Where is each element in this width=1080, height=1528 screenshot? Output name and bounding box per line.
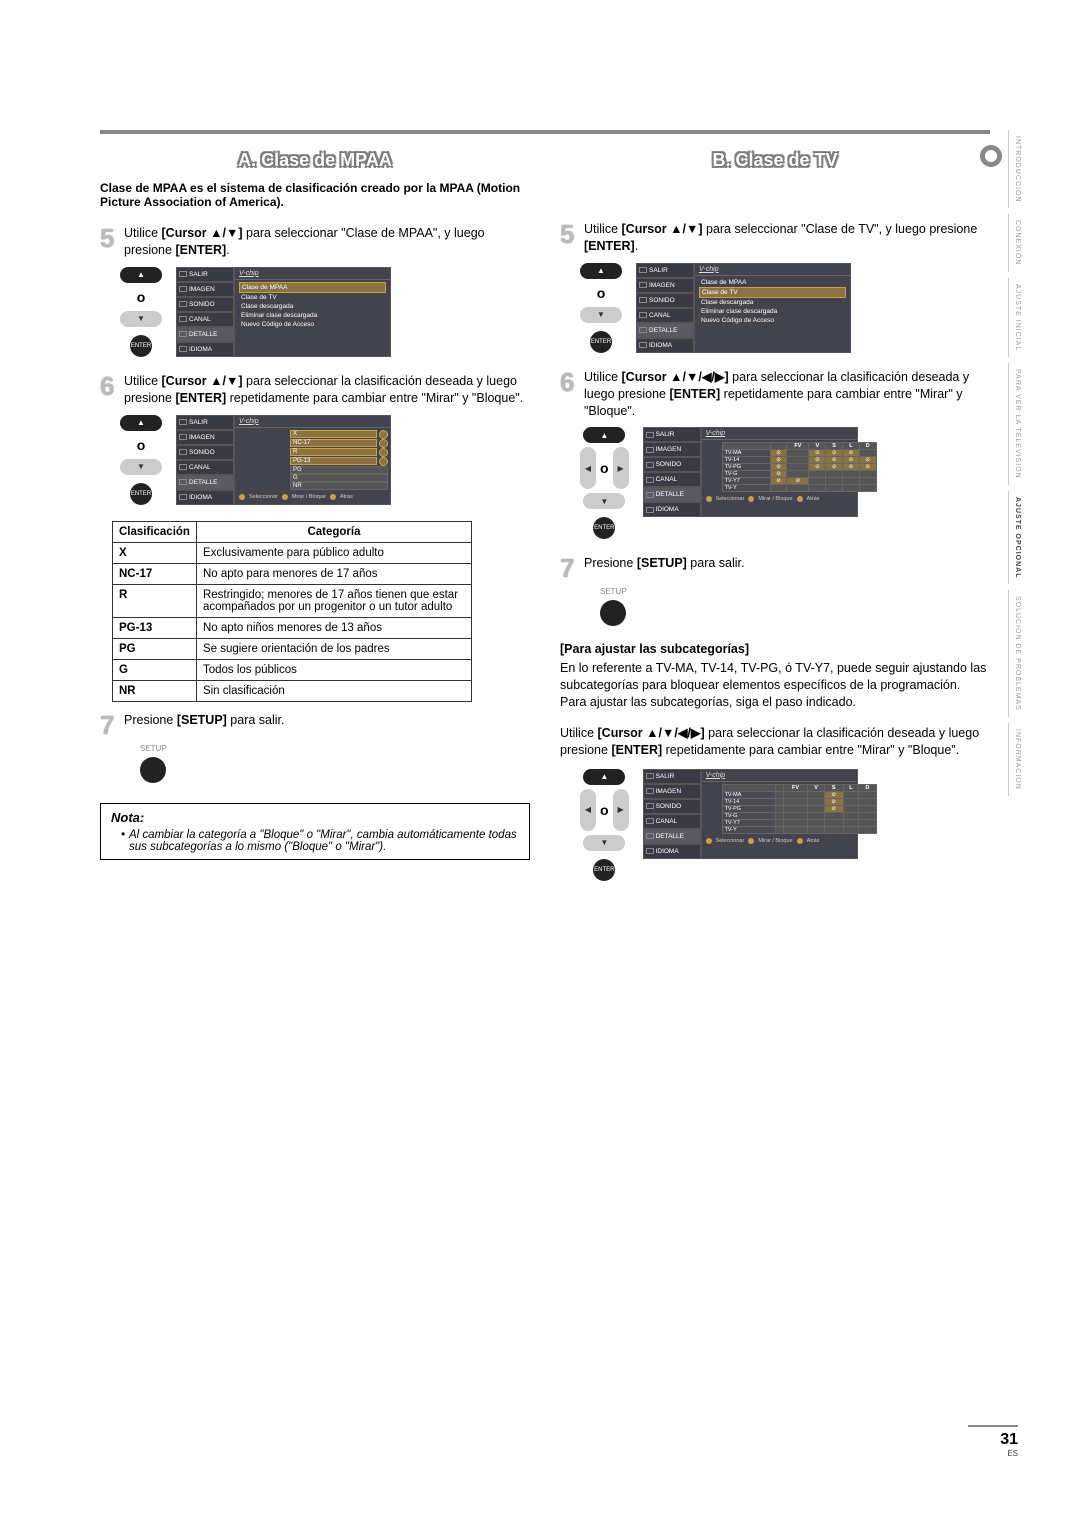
- page-number: 31 ES: [968, 1425, 1018, 1458]
- sidetab-ajuste-inicial: AJUSTE INICIAL: [1008, 278, 1022, 357]
- tv-menu-tvgrid-full: SALIR IMAGEN SONIDO CANAL DETALLE IDIOMA…: [643, 427, 858, 517]
- tv-menu-tvgrid-partial: SALIR IMAGEN SONIDO CANAL DETALLE IDIOMA…: [643, 769, 858, 859]
- section-a-title: A. Clase de MPAA: [238, 150, 392, 170]
- remote-dpad-icon: ▲ ◀ o ▶ ▼ ENTER: [580, 769, 629, 881]
- subcategories-body: En lo referente a TV-MA, TV-14, TV-PG, ó…: [560, 660, 990, 711]
- mpaa-step6-text: Utilice [Cursor ▲/▼] para seleccionar la…: [124, 373, 530, 407]
- section-b-header: B. Clase de TV: [560, 150, 990, 171]
- step-number-6: 6: [100, 373, 118, 407]
- remote-up-down-icon: ▲ o ▼ ENTER: [120, 415, 162, 505]
- remote-up-down-icon: ▲ o ▼ ENTER: [580, 263, 622, 353]
- note-box: Nota: Al cambiar la categoría a "Bloque"…: [100, 803, 530, 860]
- column-mpaa: A. Clase de MPAA Clase de MPAA es el sis…: [100, 140, 530, 897]
- side-tabs: INTRODUCCIÓN CONEXIÓN AJUSTE INICIAL PAR…: [1008, 130, 1022, 796]
- step-number-5: 5: [100, 225, 118, 259]
- setup-label: SETUP: [140, 744, 530, 753]
- sidetab-ver-tv: PARA VER LA TELEVISIÓN: [1008, 363, 1022, 485]
- section-b-title: B. Clase de TV: [712, 150, 837, 170]
- step-number-7: 7: [100, 712, 118, 738]
- subcategories-instruction: Utilice [Cursor ▲/▼/◀/▶] para selecciona…: [560, 725, 990, 759]
- tv-menu-tvclass: SALIR IMAGEN SONIDO CANAL DETALLE IDIOMA…: [636, 263, 851, 353]
- setup-button-icon: [600, 600, 626, 626]
- sidetab-introduccion: INTRODUCCIÓN: [1008, 130, 1022, 208]
- tv-menu-mpaa: SALIR IMAGEN SONIDO CANAL DETALLE IDIOMA…: [176, 267, 391, 357]
- sidetab-informacion: INFORMACIÓN: [1008, 723, 1022, 796]
- tv-menu-mpaa-list: SALIR IMAGEN SONIDO CANAL DETALLE IDIOMA…: [176, 415, 391, 505]
- mpaa-step5-text: Utilice [Cursor ▲/▼] para seleccionar "C…: [124, 225, 530, 259]
- sidetab-conexion: CONEXIÓN: [1008, 214, 1022, 271]
- mpaa-intro: Clase de MPAA es el sistema de clasifica…: [100, 181, 530, 209]
- setup-button-icon: [140, 757, 166, 783]
- tv-step6-text: Utilice [Cursor ▲/▼/◀/▶] para selecciona…: [584, 369, 990, 420]
- enter-button-icon: ENTER: [130, 335, 152, 357]
- column-tv: B. Clase de TV 5 Utilice [Cursor ▲/▼] pa…: [560, 140, 990, 897]
- remote-up-down-icon: ▲ o ▼ ENTER: [120, 267, 162, 357]
- section-a-header: A. Clase de MPAA: [100, 150, 530, 171]
- mpaa-classification-table: Clasificación Categoría XExclusivamente …: [112, 521, 472, 702]
- enter-button-icon: ENTER: [130, 483, 152, 505]
- remote-dpad-icon: ▲ ◀ o ▶ ▼ ENTER: [580, 427, 629, 539]
- tv-step7-text: Presione [SETUP] para salir.: [584, 555, 990, 581]
- mpaa-step7-text: Presione [SETUP] para salir.: [124, 712, 530, 738]
- sidetab-solucion: SOLUCIÓN DE PROBLEMAS: [1008, 590, 1022, 717]
- corner-ring-icon: [980, 145, 1002, 167]
- subcategories-heading: [Para ajustar las subcategorías]: [560, 642, 990, 656]
- sidetab-ajuste-opcional: AJUSTE OPCIONAL: [1008, 491, 1022, 585]
- tv-step5-text: Utilice [Cursor ▲/▼] para seleccionar "C…: [584, 221, 990, 255]
